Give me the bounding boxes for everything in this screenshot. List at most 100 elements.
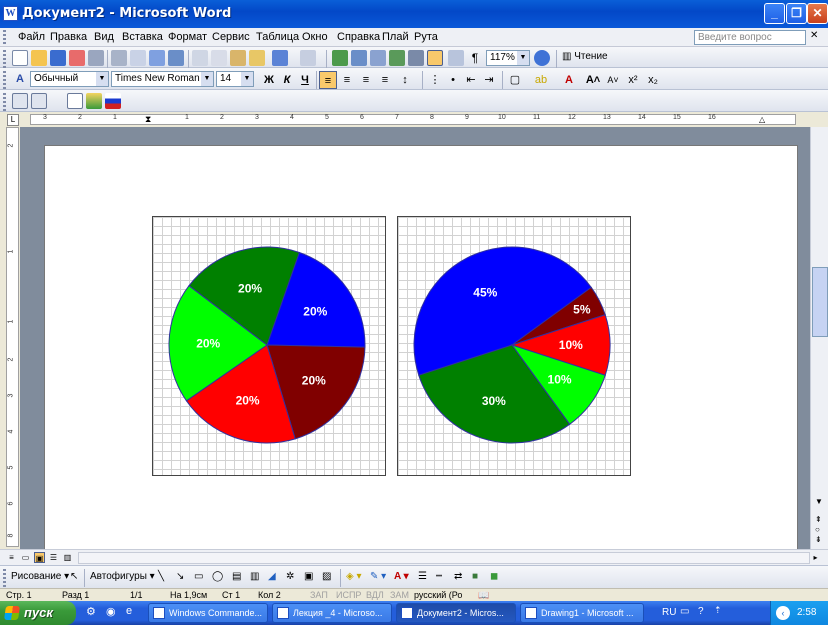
- align-center-button[interactable]: ≡: [338, 71, 356, 89]
- subscript-icon[interactable]: x₂: [644, 71, 662, 89]
- oval-tool-icon[interactable]: ◯: [212, 571, 223, 582]
- web-view-icon[interactable]: ▭: [20, 552, 31, 563]
- tray-arrow-icon[interactable]: ⇡: [714, 605, 722, 616]
- keyboard-icon[interactable]: ▭: [680, 606, 689, 617]
- highlight-icon[interactable]: ab: [532, 71, 550, 89]
- form-checkbox-icon[interactable]: [67, 93, 83, 109]
- read-mode-button[interactable]: ▥ Чтение: [562, 51, 608, 62]
- rectangle-tool-icon[interactable]: ▭: [194, 571, 203, 582]
- zoom-select[interactable]: 117% ▼: [486, 50, 530, 66]
- document-map-icon[interactable]: [448, 50, 464, 66]
- pilcrow-icon[interactable]: ¶: [467, 50, 483, 66]
- font-select[interactable]: Times New Roman ▼: [111, 71, 214, 87]
- select-pointer-icon[interactable]: ↖: [70, 571, 78, 582]
- horizontal-scrollbar[interactable]: [78, 552, 810, 564]
- pie-chart-1-frame[interactable]: 20% 20% 20% 20% 20%: [152, 216, 386, 476]
- undo-icon[interactable]: [272, 50, 288, 66]
- browser-icon[interactable]: e: [126, 605, 132, 617]
- new-document-icon[interactable]: [12, 50, 28, 66]
- italic-button[interactable]: К: [278, 71, 296, 89]
- autoshapes-menu[interactable]: Автофигуры ▾: [90, 571, 155, 582]
- spelling-icon[interactable]: [149, 50, 165, 66]
- toolbar-grip[interactable]: [3, 71, 6, 89]
- menu-view[interactable]: Вид: [94, 31, 114, 43]
- wordart-icon[interactable]: ◢: [268, 571, 276, 582]
- insert-excel-icon[interactable]: [389, 50, 405, 66]
- menu-window[interactable]: Окно: [302, 31, 328, 43]
- textbox-tool-icon[interactable]: ▤: [232, 571, 241, 582]
- task-drawing1[interactable]: Drawing1 - Microsoft ...: [520, 603, 644, 623]
- numbering-icon[interactable]: ⋮: [426, 71, 444, 89]
- vertical-ruler[interactable]: 2 1 1 2 3 4 5 6 7 8: [6, 127, 19, 547]
- prev-page-icon[interactable]: ⇞: [815, 515, 822, 524]
- task-windows-commander[interactable]: Windows Commande...: [148, 603, 268, 623]
- permission-icon[interactable]: [69, 50, 85, 66]
- maximize-button[interactable]: ❐: [786, 3, 807, 24]
- status-overtype[interactable]: ЗАМ: [390, 590, 409, 600]
- vertical-scrollbar[interactable]: ▼ ⇞ ○ ⇟: [810, 127, 828, 549]
- cut-icon[interactable]: [192, 50, 208, 66]
- menu-table[interactable]: Таблица: [256, 31, 299, 43]
- font-color-icon[interactable]: A ▾: [394, 571, 409, 582]
- fill-color-icon[interactable]: ◈ ▾: [346, 571, 362, 582]
- next-page-icon[interactable]: ⇟: [815, 535, 822, 544]
- menu-file[interactable]: Файл: [18, 31, 45, 43]
- shrink-font-icon[interactable]: A˅: [604, 71, 622, 89]
- scroll-right-arrow-icon[interactable]: ▸: [810, 552, 821, 563]
- indent-marker-icon[interactable]: ⧗: [145, 114, 151, 125]
- scroll-down-arrow-icon[interactable]: ▼: [815, 497, 823, 506]
- right-indent-marker-icon[interactable]: △: [759, 115, 765, 124]
- copy-icon[interactable]: [211, 50, 227, 66]
- task-document2[interactable]: Документ2 - Micros...: [396, 603, 516, 623]
- bold-button[interactable]: Ж: [260, 71, 278, 89]
- pie-chart-2-frame[interactable]: 45% 5% 10% 10% 30%: [397, 216, 631, 476]
- menu-tools[interactable]: Сервис: [212, 31, 250, 43]
- toolbar-grip[interactable]: [3, 93, 6, 111]
- normal-view-icon[interactable]: ≡: [6, 552, 17, 563]
- status-record[interactable]: ЗАП: [310, 590, 328, 600]
- align-left-button[interactable]: ≡: [319, 71, 337, 89]
- grow-font-icon[interactable]: A˄: [584, 71, 602, 89]
- menu-format[interactable]: Формат: [168, 31, 207, 43]
- toolbar-grip[interactable]: [3, 569, 6, 587]
- line-style-icon[interactable]: ☰: [418, 571, 427, 582]
- language-indicator[interactable]: RU: [662, 607, 676, 618]
- zoom-icon[interactable]: [12, 93, 28, 109]
- research-icon[interactable]: [168, 50, 184, 66]
- paste-icon[interactable]: [230, 50, 246, 66]
- drawing-toggle-icon[interactable]: [427, 50, 443, 66]
- print-layout-icon[interactable]: ▣: [34, 552, 45, 563]
- print-icon[interactable]: [88, 50, 104, 66]
- menu-grip[interactable]: [3, 30, 6, 44]
- picture-icon[interactable]: ▨: [322, 571, 331, 582]
- arrow-tool-icon[interactable]: ↘: [176, 571, 184, 582]
- status-track-changes[interactable]: ИСПР: [336, 590, 361, 600]
- scroll-thumb[interactable]: [812, 267, 828, 337]
- task-lecture-doc[interactable]: Лекция _4 - Microso...: [272, 603, 392, 623]
- menu-edit[interactable]: Правка: [50, 31, 87, 43]
- dash-style-icon[interactable]: ┅: [436, 571, 442, 582]
- line-tool-icon[interactable]: ╲: [158, 571, 164, 582]
- menu-ruta[interactable]: Рута: [414, 31, 438, 43]
- ruler-strip[interactable]: 3 2 1 1 2 3 4 5 6 7 8 9 10 11 12 13 14 1…: [30, 114, 796, 125]
- russia-flag-icon[interactable]: [105, 93, 121, 109]
- 3d-icon[interactable]: ◼: [490, 571, 498, 582]
- hyperlink-icon[interactable]: [332, 50, 348, 66]
- line-spacing-button[interactable]: ↕: [396, 71, 414, 89]
- ask-question-input[interactable]: Введите вопрос: [694, 30, 806, 45]
- print-preview-icon[interactable]: [111, 50, 127, 66]
- open-folder-icon[interactable]: [31, 50, 47, 66]
- close-document-icon[interactable]: ✕: [810, 30, 818, 41]
- status-extend[interactable]: ВДЛ: [366, 590, 384, 600]
- justify-button[interactable]: ≡: [376, 71, 394, 89]
- minimize-button[interactable]: _: [764, 3, 785, 24]
- theme-icon[interactable]: [86, 93, 102, 109]
- columns-icon[interactable]: [408, 50, 424, 66]
- clipart-icon[interactable]: ▣: [304, 571, 313, 582]
- close-button[interactable]: ✕: [807, 3, 828, 24]
- expand-tray-icon[interactable]: ‹: [776, 606, 790, 620]
- bullets-icon[interactable]: •: [444, 71, 462, 89]
- media-player-icon[interactable]: ◉: [106, 605, 116, 618]
- shadow-icon[interactable]: ■: [472, 571, 478, 582]
- diagram-icon[interactable]: ✲: [286, 571, 294, 582]
